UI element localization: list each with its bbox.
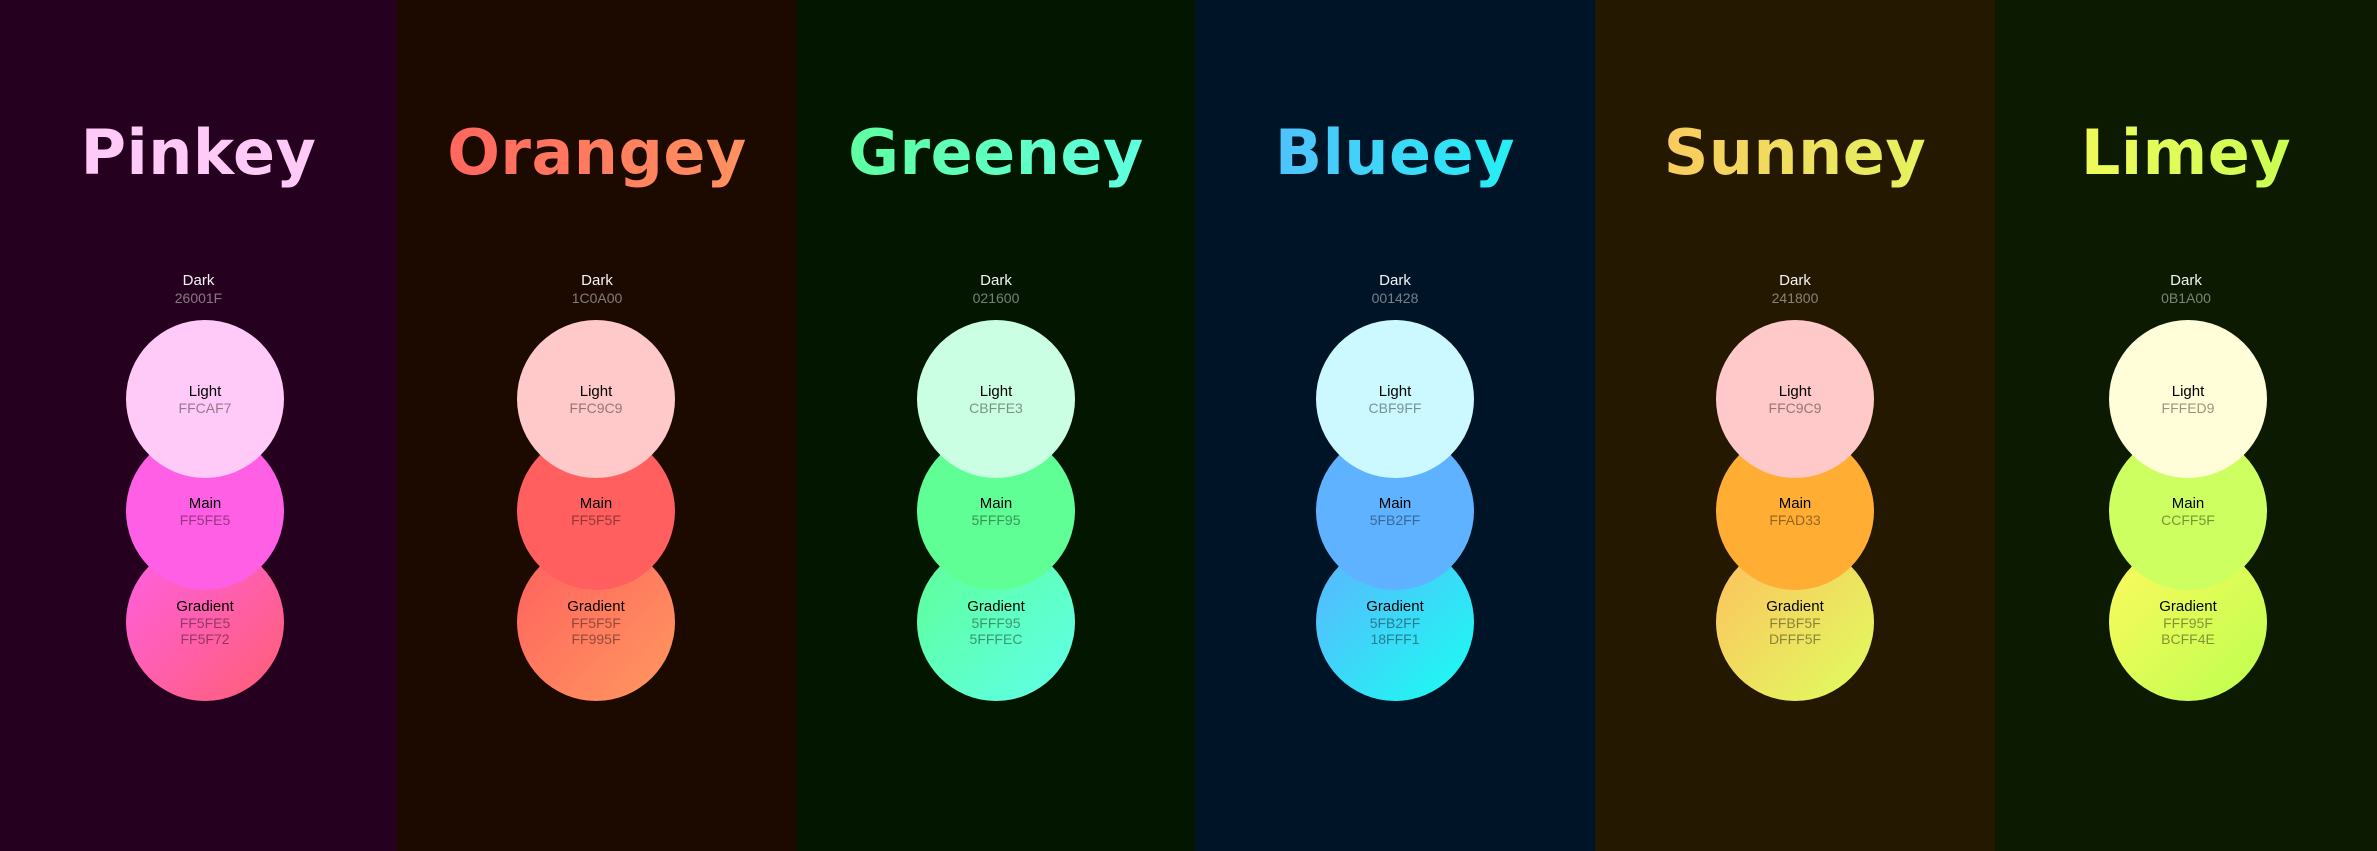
gradient-label: Gradient — [176, 597, 234, 615]
main-hex: 5FFF95 — [971, 511, 1021, 528]
gradient-hex-end: FF995F — [571, 630, 621, 647]
main-hex: FF5F5F — [571, 511, 621, 528]
gradient-hex-end: 5FFFEC — [969, 630, 1023, 647]
dark-label: Dark — [581, 272, 613, 289]
light-swatch: Light FFC9C9 — [1716, 320, 1874, 478]
light-swatch: Light CBFFE3 — [917, 320, 1075, 478]
dark-hex: 0B1A00 — [2161, 290, 2211, 306]
main-hex: 5FB2FF — [1369, 511, 1421, 528]
gradient-hex-start: FF5FE5 — [179, 614, 231, 631]
gradient-hex-start: 5FFF95 — [971, 614, 1021, 631]
light-hex: FFC9C9 — [569, 399, 623, 416]
main-hex: FFAD33 — [1769, 511, 1821, 528]
dark-hex: 26001F — [174, 290, 223, 306]
dark-hex: 1C0A00 — [571, 290, 623, 306]
main-label: Main — [579, 494, 613, 512]
palette-panel-sunney: Sunney Dark 241800 Light FFC9C9 Main FFA… — [1595, 0, 1995, 851]
gradient-hex-end: 18FFF1 — [1370, 630, 1420, 647]
palette-title: Pinkey — [0, 118, 397, 188]
main-hex: CCFF5F — [2161, 511, 2215, 528]
dark-label: Dark — [980, 272, 1012, 289]
gradient-label: Gradient — [1366, 597, 1424, 615]
palette-title: Sunney — [1595, 118, 1995, 188]
gradient-label: Gradient — [1766, 597, 1824, 615]
palette-panel-greeney: Greeney Dark 021600 Light CBFFE3 Main 5F… — [797, 0, 1195, 851]
light-label: Light — [2171, 382, 2205, 400]
dark-label: Dark — [182, 272, 215, 289]
light-swatch: Light FFFED9 — [2109, 320, 2267, 478]
gradient-hex-start: FF5F5F — [571, 614, 621, 631]
palette-title: Blueey — [1195, 118, 1595, 188]
palette-title: Greeney — [797, 118, 1195, 188]
dark-label: Dark — [1379, 272, 1411, 289]
gradient-hex-start: FFBF5F — [1769, 614, 1821, 631]
gradient-hex-end: FF5F72 — [180, 630, 230, 647]
main-label: Main — [1378, 494, 1412, 512]
light-hex: FFCAF7 — [178, 399, 232, 416]
main-hex: FF5FE5 — [179, 511, 231, 528]
gradient-label: Gradient — [967, 597, 1025, 615]
light-hex: CBFFE3 — [969, 399, 1023, 416]
dark-hex: 241800 — [1771, 290, 1819, 306]
main-label: Main — [979, 494, 1013, 512]
palette-title: Limey — [1995, 118, 2377, 188]
dark-label: Dark — [1779, 272, 1811, 289]
gradient-label: Gradient — [567, 597, 625, 615]
light-label: Light — [579, 382, 613, 400]
dark-hex: 001428 — [1371, 290, 1419, 306]
palette-title: Orangey — [397, 118, 797, 188]
palette-panel-pinkey: Pinkey Dark 26001F Light FFCAF7 Main FF5… — [0, 0, 397, 851]
light-swatch: Light FFCAF7 — [126, 320, 284, 478]
gradient-hex-start: 5FB2FF — [1369, 614, 1421, 631]
light-swatch: Light CBF9FF — [1316, 320, 1474, 478]
gradient-hex-end: DFFF5F — [1768, 630, 1822, 647]
main-label: Main — [1778, 494, 1812, 512]
gradient-hex-end: BCFF4E — [2161, 630, 2215, 647]
dark-label: Dark — [2170, 272, 2202, 289]
dark-hex: 021600 — [972, 290, 1020, 306]
light-hex: FFFED9 — [2161, 399, 2215, 416]
palette-panel-limey: Limey Dark 0B1A00 Light FFFED9 Main CCFF… — [1995, 0, 2377, 851]
light-hex: FFC9C9 — [1768, 399, 1822, 416]
palette-panel-orangey: Orangey Dark 1C0A00 Light FFC9C9 Main FF… — [397, 0, 797, 851]
light-label: Light — [1378, 382, 1412, 400]
light-label: Light — [979, 382, 1013, 400]
main-label: Main — [188, 494, 222, 512]
gradient-label: Gradient — [2159, 597, 2217, 615]
light-label: Light — [1778, 382, 1812, 400]
main-label: Main — [2171, 494, 2205, 512]
light-label: Light — [188, 382, 222, 400]
light-swatch: Light FFC9C9 — [517, 320, 675, 478]
palette-panel-blueey: Blueey Dark 001428 Light CBF9FF Main 5FB… — [1195, 0, 1595, 851]
gradient-hex-start: FFF95F — [2163, 614, 2213, 631]
light-hex: CBF9FF — [1368, 399, 1422, 416]
